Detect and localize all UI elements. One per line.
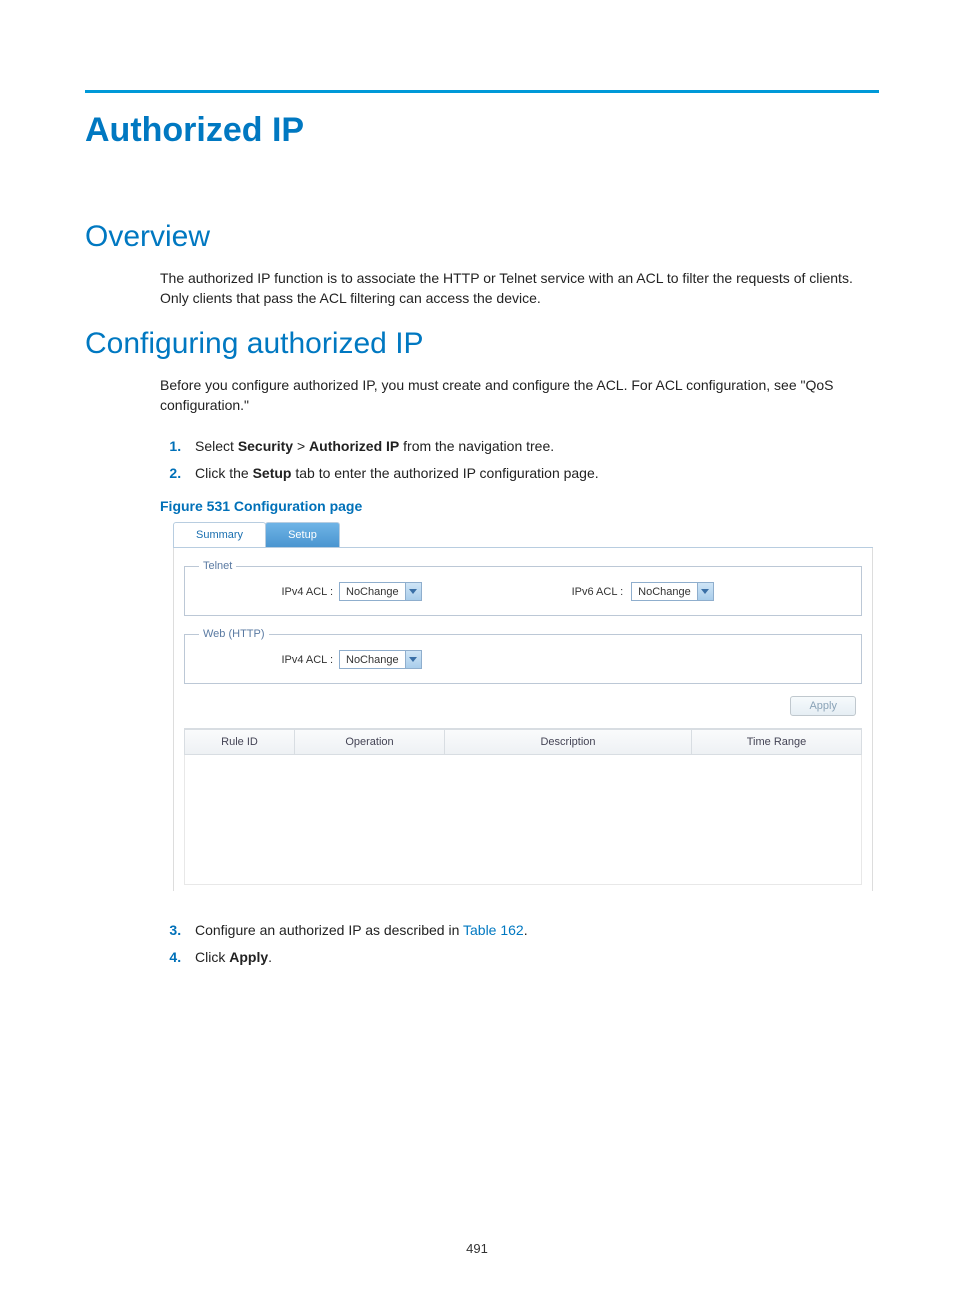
steps-list-1: Select Security > Authorized IP from the… (85, 433, 879, 486)
section-overview: Overview (85, 220, 879, 254)
apply-button[interactable]: Apply (790, 696, 856, 716)
table-body-empty (184, 755, 862, 885)
chevron-down-icon (405, 651, 421, 668)
setup-panel: Telnet IPv4 ACL : NoChange IPv6 ACL : No… (173, 548, 873, 891)
chevron-down-icon (405, 583, 421, 600)
th-time-range: Time Range (691, 730, 861, 754)
label-telnet-ipv6: IPv6 ACL : (572, 586, 632, 598)
figure-531: Summary Setup Telnet IPv4 ACL : NoChange… (173, 522, 873, 891)
chevron-down-icon (697, 583, 713, 600)
select-telnet-ipv4[interactable]: NoChange (339, 582, 422, 601)
legend-telnet: Telnet (199, 560, 236, 572)
step-2: Click the Setup tab to enter the authori… (185, 460, 879, 487)
step-4: Click Apply. (185, 944, 879, 971)
label-web-ipv4: IPv4 ACL : (199, 654, 339, 666)
page-title: Authorized IP (85, 111, 879, 150)
table-header: Rule ID Operation Description Time Range (184, 729, 862, 755)
th-description: Description (444, 730, 691, 754)
group-web: Web (HTTP) IPv4 ACL : NoChange (184, 628, 862, 684)
top-rule (85, 90, 879, 93)
tab-summary[interactable]: Summary (173, 522, 266, 547)
section-configure: Configuring authorized IP (85, 327, 879, 361)
page-number: 491 (0, 1241, 954, 1256)
tab-setup[interactable]: Setup (265, 522, 340, 547)
link-table-162[interactable]: Table 162 (463, 922, 524, 938)
group-telnet: Telnet IPv4 ACL : NoChange IPv6 ACL : No… (184, 560, 862, 616)
select-telnet-ipv6[interactable]: NoChange (631, 582, 714, 601)
step-3: Configure an authorized IP as described … (185, 917, 879, 944)
label-telnet-ipv4: IPv4 ACL : (199, 586, 339, 598)
th-operation: Operation (294, 730, 444, 754)
overview-text: The authorized IP function is to associa… (85, 268, 879, 309)
figure-caption: Figure 531 Configuration page (85, 498, 879, 514)
configure-intro: Before you configure authorized IP, you … (85, 375, 879, 416)
tabs: Summary Setup (173, 522, 873, 548)
step-1: Select Security > Authorized IP from the… (185, 433, 879, 460)
legend-web: Web (HTTP) (199, 628, 269, 640)
steps-list-2: Configure an authorized IP as described … (85, 917, 879, 970)
select-web-ipv4[interactable]: NoChange (339, 650, 422, 669)
th-rule-id: Rule ID (184, 730, 294, 754)
